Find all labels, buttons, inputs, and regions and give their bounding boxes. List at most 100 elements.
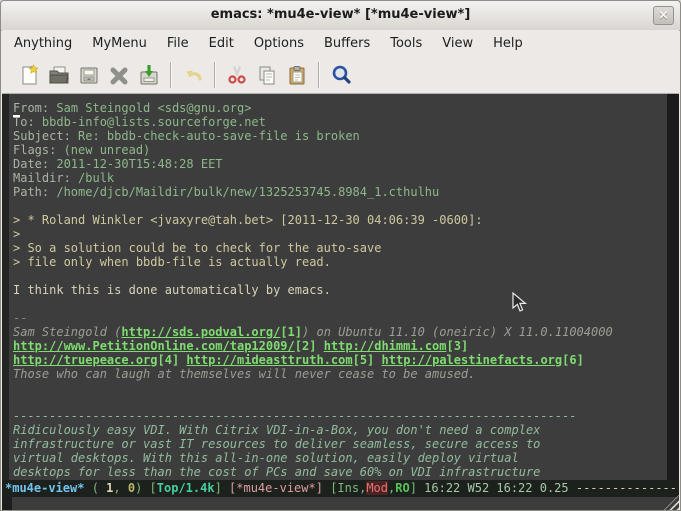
close-buffer-icon[interactable] [104,60,134,90]
undo-icon[interactable] [178,60,208,90]
text-segment: [5] [353,353,375,367]
buffer-line: Those who can laugh at themselves will n… [13,367,667,381]
buffer-line: Ridiculously easy VDI. With Citrix VDI-i… [13,423,667,437]
modeline-segment: *mu4e-view* [5,481,84,495]
open-folder-icon[interactable] [44,60,74,90]
link[interactable]: http://www.PetitionOnline.com/tap12009/ [13,339,295,353]
toolbar [2,57,679,94]
buffer-line: > file only when bbdb-file is actually r… [13,255,667,269]
buffer-line: > * Roland Winkler <jvaxyre@tah.bet> [20… [13,213,667,227]
text-segment: infrastructure or vast IT resources to d… [13,437,540,451]
text-segment: Flags: [13,143,56,157]
text-segment: > file only when bbdb-file is actually r… [13,255,331,269]
modeline-segment: ] [215,481,229,495]
buffer-line [13,269,667,283]
buffer-line: Date: 2011-12-30T15:48:28 EET [13,157,667,171]
menu-help[interactable]: Help [483,32,533,55]
echo-area[interactable] [2,497,679,510]
toolbar-separator [318,62,320,88]
modeline-segment: ] [410,481,424,495]
modeline-segment: Mod [366,481,388,495]
text-segment: [6] [562,353,584,367]
link[interactable]: http://sds.podval.org/ [121,325,280,339]
text-segment [374,353,381,367]
menu-view[interactable]: View [432,32,483,55]
buffer-line: desktops for less than the cost of PCs a… [13,465,667,479]
buffer-line: http://www.PetitionOnline.com/tap12009/[… [13,339,667,353]
buffer-line: -- [13,311,667,325]
buffer-line: Path: /home/djcb/Maildir/bulk/new/132525… [13,185,667,199]
modeline-segment: [*mu4e-view*] [229,481,323,495]
window-title: emacs: *mu4e-view* [*mu4e-view*] [1,7,680,22]
text-segment [316,339,323,353]
modeline-segment: ) [135,481,149,495]
buffer-line: > So a solution could be to check for th… [13,241,667,255]
menu-tools[interactable]: Tools [380,32,432,55]
echo-left-notch [2,497,12,510]
text-segment: > [13,227,20,241]
text-segment: /home/djcb/Maildir/bulk/new/1325253745.8… [49,185,439,199]
link[interactable]: http://mideasttruth.com [186,353,352,367]
new-file-icon[interactable] [14,60,44,90]
menu-options[interactable]: Options [244,32,314,55]
buffer-line [13,381,667,395]
search-icon[interactable] [326,60,356,90]
text-segment: (new unread) [56,143,150,157]
mouse-cursor [512,292,528,314]
modeline-segment: ( [84,481,106,495]
copy-icon[interactable] [252,60,282,90]
menu-anything[interactable]: Anything [4,32,82,55]
save-icon[interactable] [74,60,104,90]
menu-edit[interactable]: Edit [199,32,244,55]
text-segment: [2] [295,339,317,353]
menu-buffers[interactable]: Buffers [314,32,380,55]
close-button[interactable]: × [653,6,674,25]
text-segment: Those who can laugh at themselves will n… [13,367,475,381]
buffer-line: To: bbdb-info@lists.sourceforge.net [13,115,667,129]
modeline-segment: RO [395,481,409,495]
text-segment: Sam Steingold ( [13,325,121,339]
text-segment: 2011-12-30T15:48:28 EET [49,157,222,171]
text-segment: Date: [13,157,49,171]
text-segment: Path: [13,185,49,199]
menu-file[interactable]: File [157,32,199,55]
text-segment: bbdb-info@lists.sourceforge.net [35,115,266,129]
buffer-line [13,199,667,213]
text-segment: Ridiculously easy VDI. With Citrix VDI-i… [13,423,540,437]
buffer-line: From: Sam Steingold <sds@gnu.org> [13,101,667,115]
text-segment: Subject: [13,129,71,143]
title-bar[interactable]: emacs: *mu4e-view* [*mu4e-view*] × [1,1,680,31]
buffer-line: > [13,227,667,241]
resize-grip[interactable] [664,495,679,510]
buffer-line: Flags: (new unread) [13,143,667,157]
modeline-segment: [Ins, [330,481,366,495]
text-segment: rom: [20,101,49,115]
text-segment: [1] [280,325,302,339]
buffer-line: virtual desktops. With this all-in-one s… [13,451,667,465]
buffer-line: Sam Steingold (http://sds.podval.org/[1]… [13,325,667,339]
text-segment: -- [13,311,27,325]
buffer-text[interactable]: From: Sam Steingold <sds@gnu.org>To: bbd… [9,94,667,480]
toolbar-separator [214,62,216,88]
buffer-line [13,395,667,409]
paste-icon[interactable] [282,60,312,90]
text-segment: ----------------------------------------… [13,409,577,423]
scrollbar[interactable] [2,94,9,480]
buffer-line [13,297,667,311]
buffer-area[interactable]: From: Sam Steingold <sds@gnu.org>To: bbd… [2,94,679,480]
link[interactable]: http://truepeace.org [13,353,158,367]
buffer-line: infrastructure or vast IT resources to d… [13,437,667,451]
menu-mymenu[interactable]: MyMenu [82,32,157,55]
buffer-line: I think this is done automatically by em… [13,283,667,297]
link[interactable]: http://palestinefacts.org [382,353,563,367]
modeline-segment: Top/1.4k [157,481,215,495]
close-icon: × [658,9,669,22]
text-segment: To: [13,115,35,129]
save-as-icon[interactable] [134,60,164,90]
modeline-segment: [ [150,481,157,495]
right-fringe [667,94,679,480]
cut-icon[interactable] [222,60,252,90]
buffer-line: http://truepeace.org[4] http://mideasttr… [13,353,667,367]
link[interactable]: http://dhimmi.com [324,339,447,353]
emacs-window: emacs: *mu4e-view* [*mu4e-view*] × Anyth… [0,0,681,511]
